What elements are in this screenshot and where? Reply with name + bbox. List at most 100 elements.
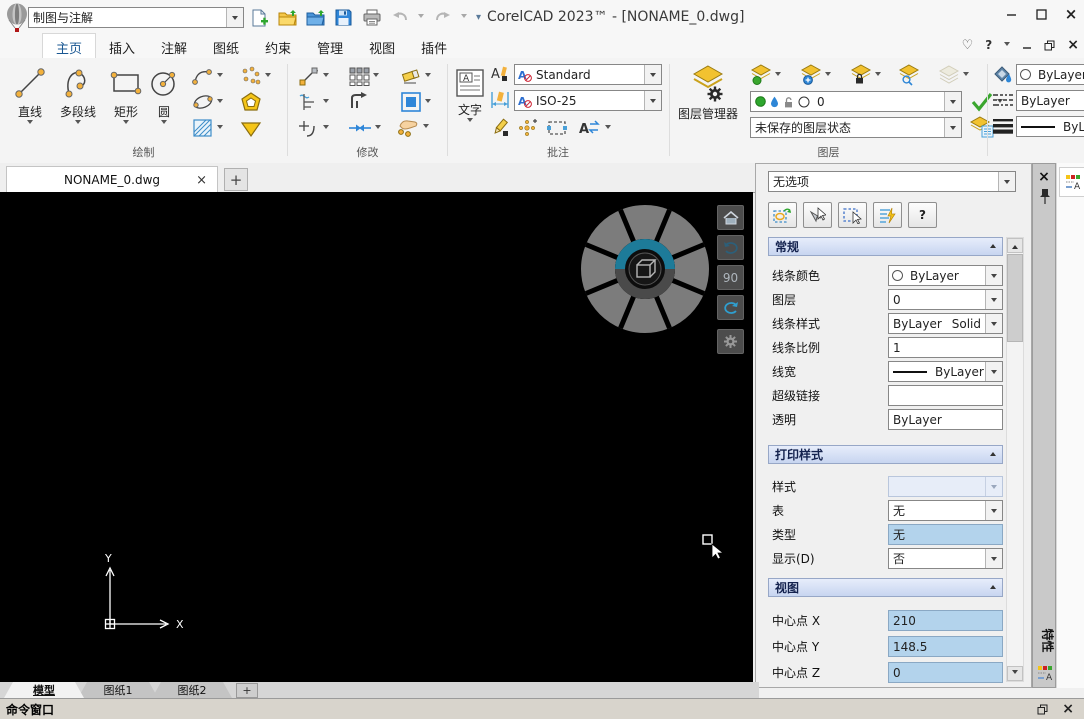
layer-manager-button[interactable]: 图层管理器 <box>672 64 744 122</box>
point-dropdown-arrow[interactable] <box>265 73 271 80</box>
pattern-button[interactable] <box>348 66 379 86</box>
text-convert-button[interactable]: A <box>578 118 611 138</box>
center-mark-button[interactable] <box>518 118 538 138</box>
text-style-button[interactable]: A <box>490 64 510 84</box>
annotation-frame-button[interactable] <box>546 118 568 138</box>
wipeout-button[interactable] <box>240 120 262 138</box>
redo-button[interactable] <box>433 8 452 27</box>
entity-frame-button[interactable] <box>400 92 431 112</box>
edit-grips-button[interactable] <box>396 116 429 138</box>
edit-grips-dropdown-arrow[interactable] <box>423 124 429 131</box>
help-dropdown-arrow[interactable] <box>1004 42 1010 49</box>
line-scale-input[interactable]: 1 <box>888 337 1003 358</box>
favorites-icon[interactable]: ♡ <box>962 38 974 53</box>
delete-dropdown-arrow[interactable] <box>425 73 431 80</box>
entity-color-select[interactable]: ByLayer <box>1016 64 1084 85</box>
help-button[interactable]: ? <box>985 38 992 52</box>
smart-leader-button[interactable] <box>490 118 510 138</box>
delete-button[interactable] <box>400 66 431 86</box>
line-weight-select[interactable]: ByLayer <box>888 361 1003 382</box>
section-header-general[interactable]: 常规 <box>768 237 1003 256</box>
properties-scrollbar[interactable] <box>1006 237 1024 682</box>
wheel-settings-button[interactable] <box>717 329 744 354</box>
rectangle-button[interactable]: 矩形 <box>104 64 148 127</box>
command-window-restore-button[interactable] <box>1037 704 1048 715</box>
layer-lock-button[interactable] <box>850 64 881 86</box>
workspace-selector[interactable]: 制图与注解 <box>28 7 244 28</box>
polyline-button[interactable]: 多段线 <box>54 64 102 127</box>
workspace-selector-arrow[interactable] <box>226 8 243 27</box>
layer-select[interactable]: 0 <box>888 289 1003 310</box>
hatch-button[interactable] <box>192 118 223 138</box>
entity-linestyle-select[interactable]: ByLayer <box>1016 90 1084 111</box>
dimension-style-select[interactable]: A ISO-25 <box>514 90 662 111</box>
trim-dropdown-arrow[interactable] <box>323 99 329 106</box>
print-button[interactable] <box>362 8 381 27</box>
arc-button[interactable] <box>192 66 223 86</box>
navigation-wheel[interactable] <box>580 204 710 334</box>
window-close-button[interactable]: × <box>1064 8 1078 20</box>
window-maximize-button[interactable] <box>1034 8 1048 20</box>
layer-states-button[interactable] <box>938 64 969 86</box>
sheet-tab-model[interactable]: 模型 <box>4 682 84 698</box>
pattern-dropdown-arrow[interactable] <box>373 73 379 80</box>
layer-on-icon[interactable] <box>755 96 766 107</box>
layer-freeze-button[interactable] <box>800 64 831 86</box>
text-convert-dropdown-arrow[interactable] <box>605 125 611 132</box>
layer-isolate-button[interactable] <box>898 64 920 86</box>
circle-button[interactable]: 圆 <box>146 64 182 127</box>
point-button[interactable] <box>240 66 271 86</box>
join-dropdown-arrow[interactable] <box>375 125 381 132</box>
line-style-select[interactable]: ByLayerSolid <box>888 313 1003 334</box>
layer-frozen-icon[interactable] <box>770 96 779 108</box>
new-document-button[interactable] <box>250 8 269 27</box>
open-recent-button[interactable] <box>306 8 325 27</box>
document-tab-close-icon[interactable]: × <box>196 173 207 188</box>
palette-pin-icon[interactable] <box>1039 188 1051 205</box>
dimension-style-button[interactable] <box>490 90 510 110</box>
add-sheet-button[interactable]: + <box>236 683 258 698</box>
line-button[interactable]: 直线 <box>8 64 52 127</box>
layer-hide-button[interactable] <box>750 64 781 86</box>
layer-color-icon[interactable] <box>798 96 810 108</box>
selection-filter-select[interactable]: 无选项 <box>768 171 1016 192</box>
select-window-button[interactable] <box>838 202 867 228</box>
center-z-input[interactable]: 0 <box>888 662 1003 683</box>
arc-dropdown-arrow[interactable] <box>217 73 223 80</box>
collapse-print-style-icon[interactable] <box>990 449 996 456</box>
stretch-button[interactable] <box>298 66 329 86</box>
offset-button[interactable] <box>348 92 370 112</box>
print-display-select[interactable]: 否 <box>888 548 1003 569</box>
doc-minimize-button[interactable] <box>1022 40 1032 50</box>
collapse-general-icon[interactable] <box>990 241 996 248</box>
stretch-dropdown-arrow[interactable] <box>323 73 329 80</box>
window-minimize-button[interactable] <box>1004 8 1018 20</box>
collapse-view-icon[interactable] <box>990 582 996 589</box>
doc-close-button[interactable]: × <box>1067 37 1079 53</box>
doc-restore-button[interactable] <box>1044 40 1055 51</box>
trim-button[interactable] <box>298 92 329 112</box>
text-button[interactable]: A 文字 <box>452 66 488 125</box>
polygon-button[interactable] <box>240 92 262 112</box>
sheet-tab-sheet2[interactable]: 图纸2 <box>152 682 232 698</box>
undo-dropdown-arrow[interactable] <box>418 14 424 21</box>
scroll-down-button[interactable] <box>1007 666 1023 681</box>
new-document-tab-button[interactable]: + <box>224 168 248 191</box>
redo-dropdown-arrow[interactable] <box>461 14 467 21</box>
properties-help-button[interactable]: ? <box>908 202 937 228</box>
transparency-input[interactable]: ByLayer <box>888 409 1003 430</box>
line-color-select[interactable]: ByLayer <box>888 265 1003 286</box>
document-tab[interactable]: NONAME_0.dwg × <box>6 166 218 193</box>
wheel-home-button[interactable] <box>717 205 744 230</box>
undo-button[interactable] <box>390 8 409 27</box>
entity-frame-dropdown-arrow[interactable] <box>425 99 431 106</box>
wheel-rotate-cw-button[interactable] <box>717 295 744 320</box>
open-file-button[interactable] <box>278 8 297 27</box>
print-table-select[interactable]: 无 <box>888 500 1003 521</box>
center-y-input[interactable]: 148.5 <box>888 636 1003 657</box>
section-header-print-style[interactable]: 打印样式 <box>768 445 1003 464</box>
entity-lineweight-select[interactable]: ByLayer <box>1016 116 1084 137</box>
hatch-dropdown-arrow[interactable] <box>217 125 223 132</box>
wheel-angle-button[interactable]: 90 <box>717 265 744 290</box>
quick-select-button[interactable] <box>873 202 902 228</box>
